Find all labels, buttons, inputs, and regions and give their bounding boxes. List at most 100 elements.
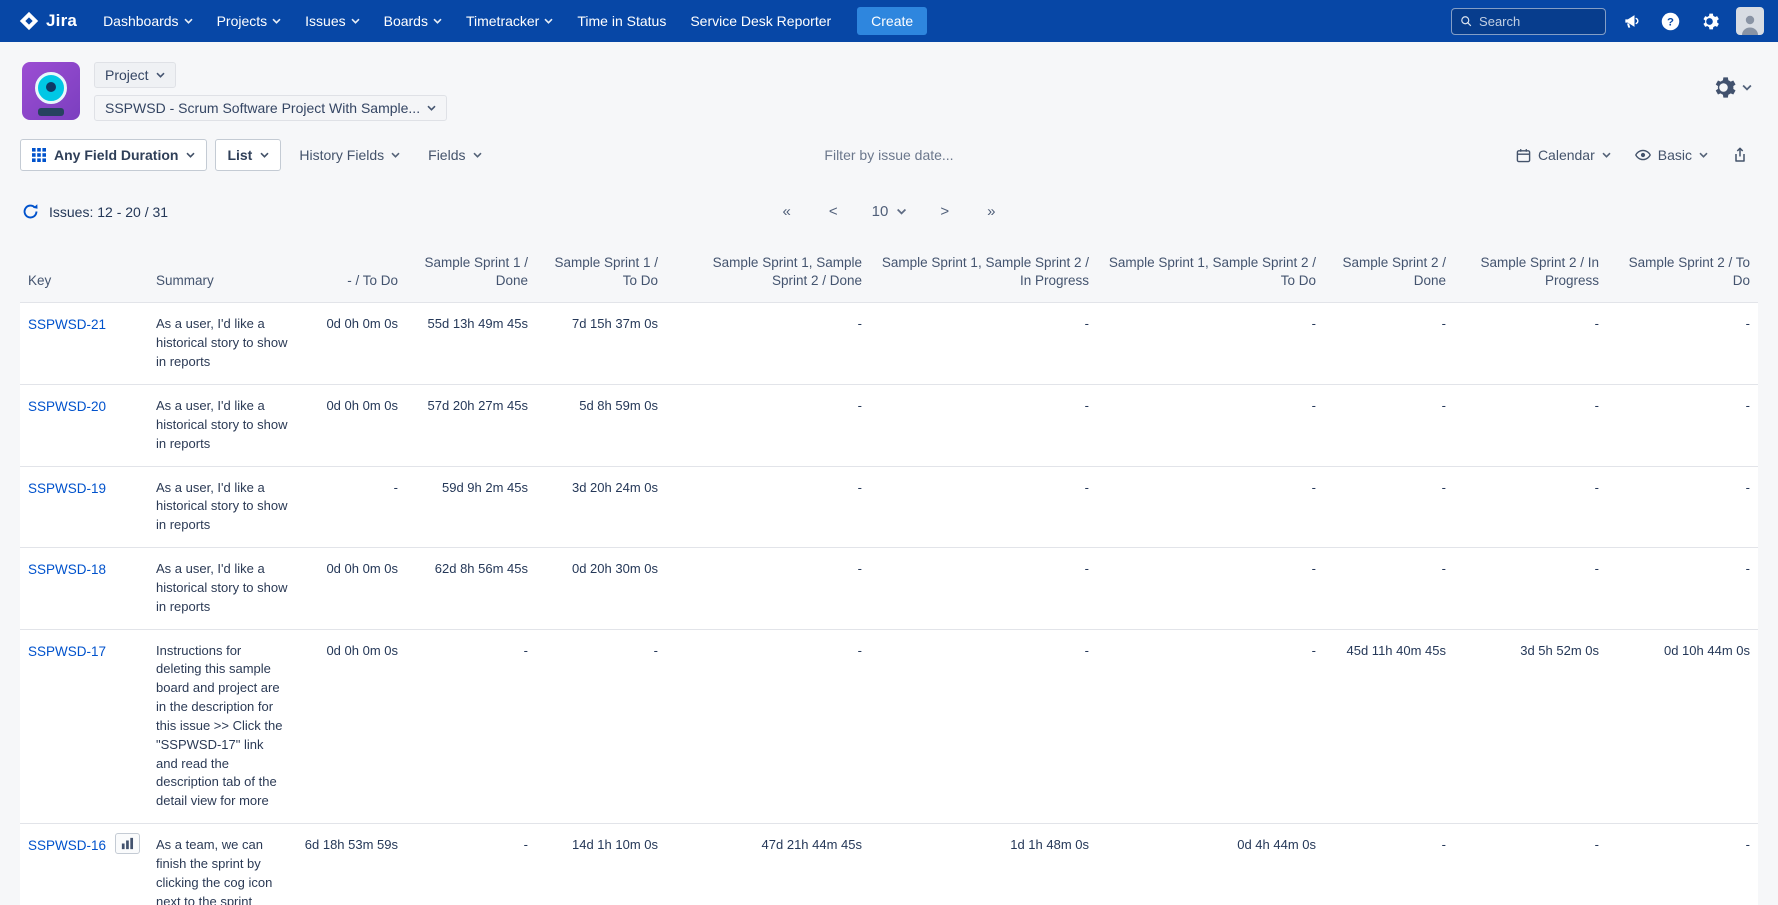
duration-value-cell: 45d 11h 40m 45s — [1324, 629, 1454, 824]
field-duration-dropdown[interactable]: Any Field Duration — [20, 139, 207, 171]
nav-item-label: Projects — [217, 13, 268, 29]
chevron-down-icon — [1742, 84, 1752, 91]
duration-value-cell: - — [1454, 303, 1607, 385]
duration-value-cell: 62d 8h 56m 45s — [406, 548, 536, 630]
column-header: Sample Sprint 2 / Done — [1324, 246, 1454, 303]
issue-date-filter-input[interactable] — [774, 147, 1004, 163]
issue-key-link[interactable]: SSPWSD-16 — [28, 836, 106, 856]
duration-value-cell: - — [1324, 384, 1454, 466]
search-icon — [1460, 14, 1472, 28]
duration-value-cell: - — [666, 466, 870, 548]
global-search[interactable] — [1451, 8, 1606, 35]
create-button[interactable]: Create — [857, 7, 927, 35]
duration-value-cell: - — [666, 548, 870, 630]
nav-item-service-desk-reporter[interactable]: Service Desk Reporter — [678, 0, 843, 42]
duration-value-cell: - — [1607, 466, 1758, 548]
duration-value-cell: 0d 0h 0m 0s — [296, 384, 406, 466]
pagination-next-button[interactable]: > — [936, 201, 953, 222]
jira-logo-icon — [18, 10, 40, 32]
issue-chart-button[interactable] — [115, 833, 140, 854]
issue-key-link[interactable]: SSPWSD-17 — [28, 642, 106, 662]
report-settings-dropdown[interactable] — [1710, 74, 1752, 101]
duration-value-cell: 47d 21h 44m 45s — [666, 824, 870, 905]
view-type-label: List — [227, 147, 252, 163]
nav-item-dashboards[interactable]: Dashboards — [91, 0, 205, 42]
user-avatar[interactable] — [1736, 7, 1764, 35]
duration-value-cell: - — [1454, 466, 1607, 548]
fields-label: Fields — [428, 147, 465, 163]
field-duration-label: Any Field Duration — [54, 147, 178, 163]
duration-value-cell: 6d 18h 53m 59s — [296, 824, 406, 905]
export-button[interactable] — [1722, 140, 1758, 170]
user-avatar-icon — [1738, 11, 1762, 35]
duration-value-cell: - — [296, 466, 406, 548]
duration-value-cell: - — [870, 466, 1097, 548]
announcements-button[interactable] — [1620, 9, 1644, 33]
calendar-dropdown[interactable]: Calendar — [1506, 140, 1621, 170]
scope-type-label: Project — [105, 67, 149, 83]
duration-value-cell: - — [406, 629, 536, 824]
calendar-label: Calendar — [1538, 147, 1595, 163]
fields-dropdown[interactable]: Fields — [418, 140, 491, 170]
history-fields-dropdown[interactable]: History Fields — [289, 140, 410, 170]
issue-summary: As a user, I'd like a historical story t… — [156, 316, 288, 369]
svg-text:?: ? — [1667, 16, 1674, 28]
chevron-down-icon — [1602, 152, 1611, 158]
duration-value-cell: 1d 1h 48m 0s — [870, 824, 1097, 905]
nav-item-projects[interactable]: Projects — [205, 0, 294, 42]
nav-item-time-in-status[interactable]: Time in Status — [565, 0, 678, 42]
column-header: Sample Sprint 1 / To Do — [536, 246, 666, 303]
project-selector-dropdown[interactable]: SSPWSD - Scrum Software Project With Sam… — [94, 95, 447, 121]
gear-icon — [1710, 74, 1737, 101]
issue-summary: As a user, I'd like a historical story t… — [156, 480, 288, 533]
duration-value-cell: - — [1097, 384, 1324, 466]
export-icon — [1732, 147, 1748, 163]
project-selector-value: SSPWSD - Scrum Software Project With Sam… — [105, 100, 420, 116]
duration-value-cell: - — [1324, 466, 1454, 548]
jira-home-link[interactable]: Jira — [14, 10, 87, 32]
page-size-dropdown[interactable]: 10 — [872, 203, 907, 220]
issue-key-link[interactable]: SSPWSD-21 — [28, 315, 106, 335]
duration-value-cell: - — [1097, 548, 1324, 630]
duration-value-cell: 3d 5h 52m 0s — [1454, 629, 1607, 824]
nav-item-issues[interactable]: Issues — [293, 0, 371, 42]
duration-value-cell: - — [870, 629, 1097, 824]
nav-item-boards[interactable]: Boards — [372, 0, 454, 42]
duration-value-cell: - — [406, 824, 536, 905]
chevron-down-icon — [896, 208, 906, 215]
settings-button[interactable] — [1697, 9, 1722, 34]
duration-value-cell: - — [1097, 629, 1324, 824]
duration-value-cell: - — [1324, 548, 1454, 630]
view-mode-dropdown[interactable]: Basic — [1625, 140, 1718, 170]
search-input[interactable] — [1479, 14, 1597, 29]
nav-item-label: Boards — [384, 13, 428, 29]
issue-key-link[interactable]: SSPWSD-18 — [28, 560, 106, 580]
issue-summary: Instructions for deleting this sample bo… — [156, 643, 282, 809]
issue-summary: As a user, I'd like a historical story t… — [156, 398, 288, 451]
chevron-down-icon — [1699, 152, 1708, 158]
help-button[interactable]: ? — [1658, 9, 1683, 34]
issue-key-link[interactable]: SSPWSD-19 — [28, 479, 106, 499]
chevron-down-icon — [544, 18, 553, 24]
duration-value-cell: - — [666, 384, 870, 466]
column-header: Summary — [148, 246, 296, 303]
issue-key-link[interactable]: SSPWSD-20 — [28, 397, 106, 417]
chevron-down-icon — [184, 18, 193, 24]
pagination-last-button[interactable]: » — [983, 201, 999, 222]
scope-type-dropdown[interactable]: Project — [94, 62, 176, 88]
nav-item-timetracker[interactable]: Timetracker — [454, 0, 565, 42]
refresh-button[interactable] — [22, 203, 39, 220]
table-row: SSPWSD-20 As a user, I'd like a historica… — [20, 384, 1758, 466]
issues-table: KeySummary- / To DoSample Sprint 1 / Don… — [20, 246, 1758, 905]
duration-value-cell: - — [1454, 384, 1607, 466]
table-row: SSPWSD-17 Instructions for deleting this … — [20, 629, 1758, 824]
chevron-down-icon — [351, 18, 360, 24]
history-fields-label: History Fields — [299, 147, 384, 163]
gear-icon — [1699, 11, 1720, 32]
view-type-dropdown[interactable]: List — [215, 139, 281, 171]
duration-value-cell: 59d 9h 2m 45s — [406, 466, 536, 548]
bar-chart-icon — [121, 837, 134, 850]
pagination-first-button[interactable]: « — [779, 201, 795, 222]
chevron-down-icon — [156, 72, 165, 78]
pagination-prev-button[interactable]: < — [825, 201, 842, 222]
